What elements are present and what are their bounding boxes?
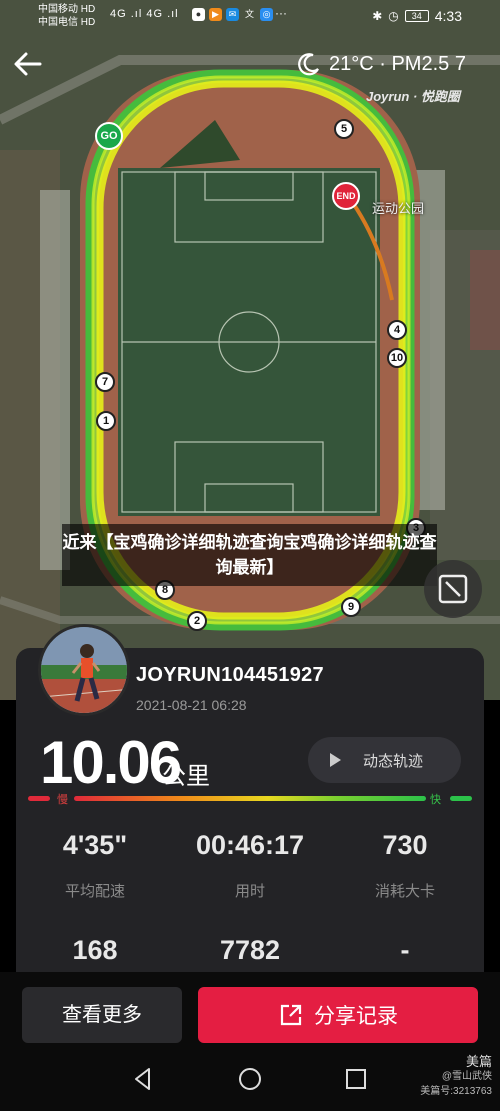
- start-marker[interactable]: GO: [95, 122, 123, 150]
- pace-bar-gradient: [74, 796, 426, 801]
- username: JOYRUN104451927: [136, 664, 324, 686]
- fast-label: 快: [430, 794, 441, 806]
- park-label: 运动公园: [372, 201, 425, 216]
- watermark-id: 美篇号:3213763: [420, 1086, 492, 1097]
- dynamic-track-label: 动态轨迹: [363, 752, 424, 770]
- collapse-icon: [438, 574, 468, 604]
- nav-home-icon[interactable]: [235, 1064, 265, 1094]
- cadence-value: 168: [72, 935, 118, 965]
- headline-overlay: 近来【宝鸡确诊详细轨迹查询宝鸡确诊详细轨迹查询最新】: [62, 524, 437, 586]
- pace-gradient-bar: [28, 796, 472, 801]
- notification-icons: ● ▶ ✉ 文 ◎: [192, 8, 273, 21]
- translate-app-icon: 文: [244, 9, 254, 19]
- nav-recents-icon[interactable]: [341, 1064, 371, 1094]
- weather-text: 21°C · PM2.5 7: [329, 52, 466, 75]
- route-map[interactable]: 中国移动 HD 中国电信 HD 4G .ıl 4G .ıl ● ▶ ✉ 文 ◎ …: [0, 0, 500, 700]
- steps-value: 7782: [219, 935, 281, 965]
- slow-label: 慢: [57, 794, 68, 806]
- alarm-icon: ◷: [388, 9, 399, 23]
- more-notifications-icon: ···: [275, 6, 287, 20]
- video-app-icon: ▶: [209, 8, 222, 21]
- meipian-watermark: 美篇 @雪山武侠 美篇号:3213763: [420, 1054, 492, 1099]
- carrier-1: 中国移动 HD: [38, 4, 96, 15]
- nav-back-icon[interactable]: [128, 1064, 158, 1094]
- watermark-title: 美篇: [465, 1054, 492, 1069]
- weather-info: 21°C · PM2.5 7: [297, 52, 466, 76]
- km-marker-1[interactable]: 1: [96, 411, 116, 431]
- clock: 4:33: [434, 8, 462, 24]
- avatar[interactable]: [38, 624, 130, 716]
- share-record-button[interactable]: 分享记录: [198, 987, 478, 1043]
- run-datetime: 2021-08-21 06:28: [136, 697, 247, 713]
- back-arrow-icon[interactable]: [12, 50, 44, 78]
- km-marker-9[interactable]: 9: [341, 597, 361, 617]
- km-marker-5[interactable]: 5: [334, 119, 354, 139]
- share-icon: [280, 1004, 302, 1026]
- joyrun-logo: Joyrun · 悦跑圈: [366, 89, 460, 104]
- watermark-author: @雪山武侠: [441, 1071, 492, 1082]
- moon-icon: [298, 53, 319, 76]
- battery-icon: 34: [404, 10, 429, 22]
- status-bar: 中国移动 HD 中国电信 HD 4G .ıl 4G .ıl ● ▶ ✉ 文 ◎ …: [0, 0, 500, 34]
- signal-icon: 4G .ıl 4G .ıl: [110, 8, 179, 20]
- carrier-labels: 中国移动 HD 中国电信 HD: [38, 3, 95, 29]
- pace-bar-fast-cap: [450, 796, 472, 801]
- km-marker-7[interactable]: 7: [95, 372, 115, 392]
- mail-app-icon: ✉: [226, 8, 239, 21]
- avg-pace-label: 平均配速: [64, 883, 125, 900]
- calories-label: 消耗大卡: [374, 883, 435, 900]
- pace-bar-slow-cap: [28, 796, 50, 801]
- distance-unit: 公里: [162, 763, 210, 790]
- km-marker-10[interactable]: 10: [387, 348, 407, 368]
- share-record-label: 分享记录: [314, 1005, 398, 1028]
- calories-value: 730: [382, 830, 428, 860]
- end-marker[interactable]: END: [332, 182, 360, 210]
- view-more-button[interactable]: 查看更多: [22, 987, 182, 1043]
- browser-app-icon: ◎: [260, 8, 273, 21]
- dynamic-track-button[interactable]: 动态轨迹: [308, 737, 461, 783]
- play-icon: [330, 753, 341, 767]
- extra-stat-value: -: [400, 935, 410, 965]
- chat-app-icon: ●: [192, 8, 205, 21]
- km-marker-2[interactable]: 2: [187, 611, 207, 631]
- distance-value: 10.06: [40, 729, 182, 796]
- avg-pace-value: 4'35": [62, 830, 128, 860]
- carrier-2: 中国电信 HD: [38, 17, 96, 28]
- km-marker-4[interactable]: 4: [387, 320, 407, 340]
- status-right: ✱ ◷ 34 4:33: [372, 8, 462, 24]
- duration-label: 用时: [234, 883, 265, 900]
- collapse-map-button[interactable]: [424, 560, 482, 618]
- duration-value: 00:46:17: [195, 830, 305, 860]
- bluetooth-icon: ✱: [372, 9, 383, 23]
